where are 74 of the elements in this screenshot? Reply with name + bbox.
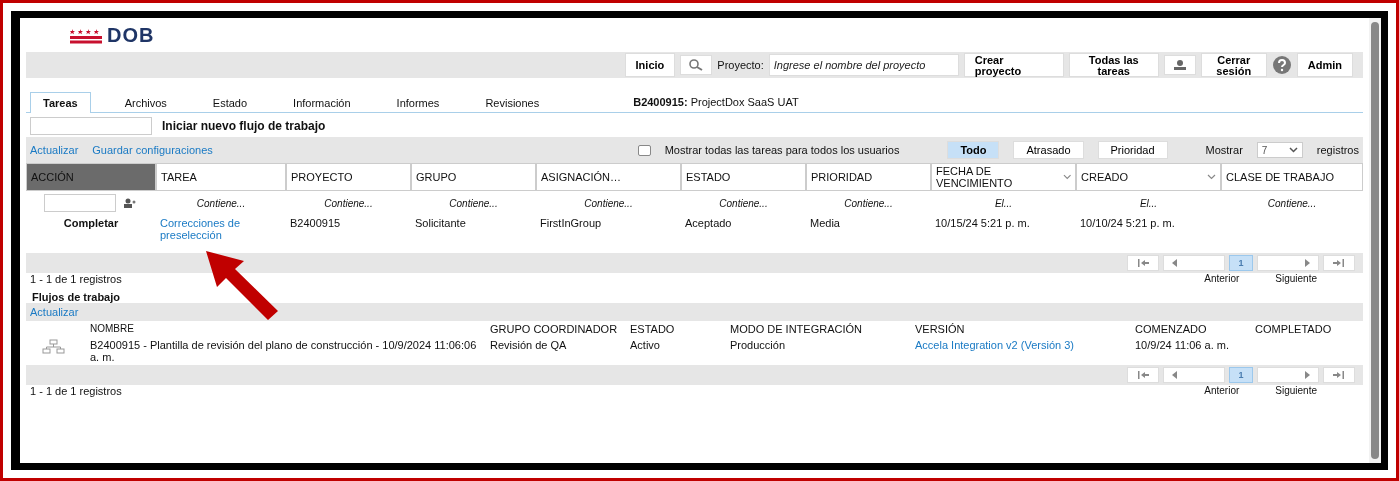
next-label: Siguiente — [1275, 273, 1317, 284]
table-cell: 10/10/24 5:21 p. m. — [1080, 217, 1175, 229]
table-cell: Media — [810, 217, 840, 229]
column-filter[interactable]: Contiene... — [1267, 197, 1317, 209]
column-filter[interactable]: Contiene... — [324, 197, 373, 209]
tab[interactable]: Estado — [200, 93, 260, 113]
task-link[interactable]: Correcciones de preselección — [160, 217, 282, 241]
table-cell: B2400915 - Plantilla de revisión del plano de construcción - 10/9/2024 11:06:06 a. m. — [90, 339, 477, 363]
column-header[interactable]: ACCIÓN — [26, 163, 156, 191]
column-header[interactable]: TAREA — [156, 163, 286, 191]
column-header[interactable]: PRIORIDAD — [806, 163, 931, 191]
record-count: 1 - 1 de 1 registros — [30, 385, 122, 397]
refresh-link[interactable]: Actualizar — [30, 306, 79, 318]
column-header[interactable]: CLASE DE TRABAJO — [1221, 163, 1363, 191]
tab[interactable]: Archivos — [112, 93, 179, 113]
column-filter[interactable]: Contiene... — [584, 197, 633, 209]
table-cell: Solicitante — [415, 217, 466, 229]
complete-action[interactable]: Completar — [63, 217, 119, 229]
previous-label: Anterior — [1204, 385, 1240, 396]
tab[interactable]: Revisiones — [473, 93, 552, 113]
column-header[interactable]: CREADO — [1076, 163, 1221, 191]
filter-button[interactable]: Prioridad — [1097, 141, 1168, 159]
column-header[interactable]: GRUPO — [411, 163, 536, 191]
tab[interactable]: Tareas — [30, 92, 91, 113]
table-cell: Aceptado — [685, 217, 732, 229]
version-link[interactable]: Accela Integration v2 (Versión 3) — [915, 339, 1074, 351]
admin-button[interactable]: Admin — [1296, 53, 1353, 77]
table-cell: Producción — [730, 339, 786, 351]
column-filter[interactable]: Contiene... — [719, 197, 768, 209]
table-cell: Revisión de QA — [490, 339, 567, 351]
next-label: Siguiente — [1275, 385, 1317, 396]
column-header[interactable]: PROYECTO — [286, 163, 411, 191]
project-label: Proyecto: — [717, 59, 764, 71]
dob-logo: DOB — [70, 23, 155, 47]
column-header: COMENZADO — [1134, 322, 1208, 337]
table-cell: 10/9/24 11:06 a. m. — [1135, 339, 1229, 351]
column-header: COMPLETADO — [1254, 322, 1333, 337]
table-cell: 10/15/24 5:21 p. m. — [935, 217, 1030, 229]
table-cell: B2400915 — [290, 217, 341, 229]
column-filter[interactable]: Contiene... — [449, 197, 498, 209]
column-header: ESTADO — [629, 322, 676, 337]
column-header[interactable]: ESTADO — [681, 163, 806, 191]
column-filter[interactable]: Contiene... — [844, 197, 893, 209]
show-label: Mostrar — [1205, 144, 1243, 156]
previous-label: Anterior — [1204, 273, 1240, 284]
records-label: registros — [1316, 144, 1359, 156]
record-count: 1 - 1 de 1 registros — [30, 273, 122, 285]
column-header: GRUPO COORDINADOR — [489, 322, 619, 337]
tab[interactable]: Información — [281, 93, 363, 113]
column-filter[interactable]: El... — [1139, 197, 1158, 209]
column-header[interactable]: ASIGNACIÓN… — [536, 163, 681, 191]
filter-button[interactable]: Todo — [947, 141, 1000, 159]
column-filter[interactable]: El... — [994, 197, 1013, 209]
project-title: B2400915: ProjectDox SaaS UAT — [633, 96, 799, 110]
table-cell: Activo — [630, 339, 660, 351]
all-tasks-button[interactable]: Todas las tareas — [1068, 53, 1159, 77]
create-project-button[interactable]: Crear proyecto — [963, 53, 1064, 77]
column-header[interactable]: FECHA DE VENCIMIENTO — [931, 163, 1076, 191]
column-filter[interactable]: Contiene... — [196, 197, 246, 209]
column-header: VERSIÓN — [914, 322, 966, 337]
table-cell: FirstInGroup — [540, 217, 602, 229]
show-all-label: Mostrar todas las tareas para todos los usuarios — [664, 144, 900, 156]
project-search-field[interactable]: Ingrese el nombre del proyecto — [768, 54, 959, 76]
page-size-select[interactable]: 7 — [1256, 142, 1303, 158]
workflows-title: Flujos de trabajo — [32, 291, 121, 303]
column-header: NOMBRE — [89, 322, 135, 336]
home-button[interactable]: Inicio — [624, 53, 676, 77]
toolbar-link[interactable]: Actualizar — [30, 144, 79, 156]
tab[interactable]: Informes — [384, 93, 452, 113]
filter-button[interactable]: Atrasado — [1013, 141, 1084, 159]
logout-button[interactable]: Cerrar sesión — [1200, 53, 1267, 77]
column-header: MODO DE INTEGRACIÓN — [729, 322, 863, 337]
toolbar-link[interactable]: Guardar configuraciones — [92, 144, 213, 156]
new-workflow-label[interactable]: Iniciar nuevo flujo de trabajo — [162, 119, 326, 133]
